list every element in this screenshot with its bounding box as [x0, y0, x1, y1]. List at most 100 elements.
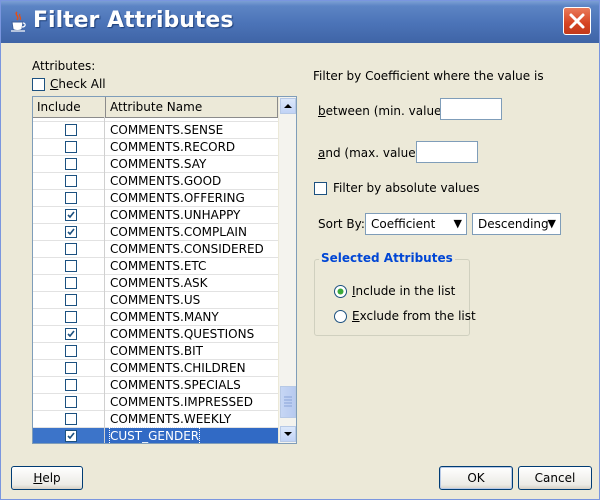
title-bar[interactable]: Filter Attributes: [1, 1, 599, 43]
include-cell: [33, 275, 105, 292]
include-checkbox[interactable]: [65, 413, 77, 425]
arrow-down-icon: [284, 432, 292, 436]
include-checkbox[interactable]: [65, 175, 77, 187]
chevron-down-icon: ▼: [453, 217, 462, 230]
table-row[interactable]: COMMENTS.SPECIALS: [33, 377, 278, 394]
max-value-input[interactable]: [416, 141, 478, 163]
attribute-name-cell: COMMENTS.COMPLAIN: [110, 225, 247, 239]
include-cell: [33, 207, 105, 224]
cancel-button[interactable]: Cancel: [518, 466, 592, 490]
include-radio[interactable]: [334, 285, 347, 298]
include-checkbox[interactable]: [65, 124, 77, 136]
include-checkbox[interactable]: [65, 141, 77, 153]
absolute-values-label[interactable]: Filter by absolute values: [333, 181, 480, 195]
arrow-up-icon: [284, 104, 292, 108]
include-checkbox[interactable]: [65, 192, 77, 204]
attribute-name-cell: COMMENTS.SPECIALS: [110, 378, 241, 392]
table-row[interactable]: COMMENTS.UNHAPPY: [33, 207, 278, 224]
attribute-name-cell: COMMENTS.SAY: [110, 157, 207, 171]
table-row[interactable]: COMMENTS.SENSE: [33, 122, 278, 139]
table-row[interactable]: COMMENTS.BIT: [33, 343, 278, 360]
filter-attributes-dialog: Filter Attributes Attributes: Check All …: [0, 0, 600, 500]
table-row[interactable]: COMMENTS.IMPRESSED: [33, 394, 278, 411]
absolute-values-checkbox[interactable]: [314, 182, 327, 195]
chevron-down-icon: ▼: [547, 217, 556, 230]
sort-field-dropdown[interactable]: Coefficient ▼: [365, 213, 467, 235]
vertical-scrollbar[interactable]: [278, 97, 296, 443]
include-checkbox[interactable]: [65, 362, 77, 374]
attribute-name-cell: COMMENTS.QUESTIONS: [110, 327, 255, 341]
include-cell: [33, 394, 105, 411]
include-checkbox[interactable]: [65, 294, 77, 306]
table-row[interactable]: COMMENTS.ASK: [33, 275, 278, 292]
include-checkbox[interactable]: [65, 277, 77, 289]
table-row[interactable]: COMMENTS.RECORD: [33, 139, 278, 156]
include-cell: [33, 139, 105, 156]
include-checkbox[interactable]: [65, 396, 77, 408]
max-value-label: and (max. value):: [318, 146, 425, 160]
exclude-radio[interactable]: [334, 310, 347, 323]
attribute-name-cell: COMMENTS.OFFERING: [110, 191, 245, 205]
radio-dot-icon: [337, 288, 344, 295]
include-checkbox[interactable]: [65, 209, 77, 221]
column-header-attribute-name[interactable]: Attribute Name: [106, 97, 278, 117]
checkmark-icon: [67, 432, 75, 440]
attribute-name-cell: CUST_GENDER: [108, 427, 201, 443]
include-cell: [33, 326, 105, 343]
include-cell: [33, 156, 105, 173]
include-cell: [33, 122, 105, 139]
attributes-table: Include Attribute Name COMMENTS.SENSE COM…: [32, 96, 297, 444]
table-row[interactable]: COMMENTS.QUESTIONS: [33, 326, 278, 343]
include-cell: [33, 343, 105, 360]
include-checkbox[interactable]: [65, 158, 77, 170]
include-checkbox[interactable]: [65, 379, 77, 391]
attribute-name-cell: COMMENTS.RECORD: [110, 140, 236, 154]
scroll-up-button[interactable]: [280, 98, 296, 114]
ok-button[interactable]: OK: [439, 466, 513, 490]
checkmark-icon: [67, 211, 75, 219]
sort-order-dropdown[interactable]: Descending ▼: [472, 213, 561, 235]
close-button[interactable]: [563, 7, 591, 35]
min-value-input[interactable]: [440, 98, 502, 120]
include-checkbox[interactable]: [65, 430, 77, 442]
table-row[interactable]: COMMENTS.CONSIDERED: [33, 241, 278, 258]
include-cell: [33, 309, 105, 326]
include-checkbox[interactable]: [65, 311, 77, 323]
include-checkbox[interactable]: [65, 226, 77, 238]
attribute-name-cell: COMMENTS.IMPRESSED: [110, 395, 253, 409]
table-body: COMMENTS.SENSE COMMENTS.RECORD COMMENTS.SA…: [33, 117, 278, 443]
table-row[interactable]: CUST_GENDER: [33, 427, 278, 443]
selected-attributes-title: Selected Attributes: [319, 251, 455, 265]
scrollbar-thumb[interactable]: [280, 386, 296, 418]
attribute-name-cell: COMMENTS.CHILDREN: [110, 361, 246, 375]
include-cell: [33, 428, 105, 443]
attribute-name-cell: COMMENTS.SENSE: [110, 123, 224, 137]
table-row[interactable]: COMMENTS.ETC: [33, 258, 278, 275]
table-row[interactable]: COMMENTS.MANY: [33, 309, 278, 326]
exclude-label[interactable]: Exclude from the list: [352, 309, 476, 323]
table-row[interactable]: COMMENTS.US: [33, 292, 278, 309]
attribute-name-cell: COMMENTS.MANY: [110, 310, 219, 324]
help-button[interactable]: Help: [11, 466, 83, 490]
attribute-name-cell: COMMENTS.UNHAPPY: [110, 208, 241, 222]
check-all-label[interactable]: Check All: [50, 77, 106, 91]
table-row[interactable]: COMMENTS.SAY: [33, 156, 278, 173]
attribute-name-cell: COMMENTS.CONSIDERED: [110, 242, 264, 256]
attribute-name-cell: COMMENTS.ETC: [110, 259, 207, 273]
attribute-name-cell: COMMENTS.WEEKLY: [110, 412, 232, 426]
include-checkbox[interactable]: [65, 345, 77, 357]
table-row[interactable]: COMMENTS.WEEKLY: [33, 411, 278, 428]
include-checkbox[interactable]: [65, 328, 77, 340]
table-row[interactable]: COMMENTS.CHILDREN: [33, 360, 278, 377]
include-checkbox[interactable]: [65, 243, 77, 255]
attribute-name-cell: COMMENTS.GOOD: [110, 174, 222, 188]
table-row[interactable]: COMMENTS.GOOD: [33, 173, 278, 190]
include-checkbox[interactable]: [65, 260, 77, 272]
include-label[interactable]: Include in the list: [352, 284, 455, 298]
table-row[interactable]: COMMENTS.OFFERING: [33, 190, 278, 207]
table-row[interactable]: COMMENTS.COMPLAIN: [33, 224, 278, 241]
scroll-down-button[interactable]: [280, 426, 296, 442]
check-all-checkbox[interactable]: [32, 78, 45, 91]
column-header-include[interactable]: Include: [33, 97, 106, 117]
include-cell: [33, 258, 105, 275]
